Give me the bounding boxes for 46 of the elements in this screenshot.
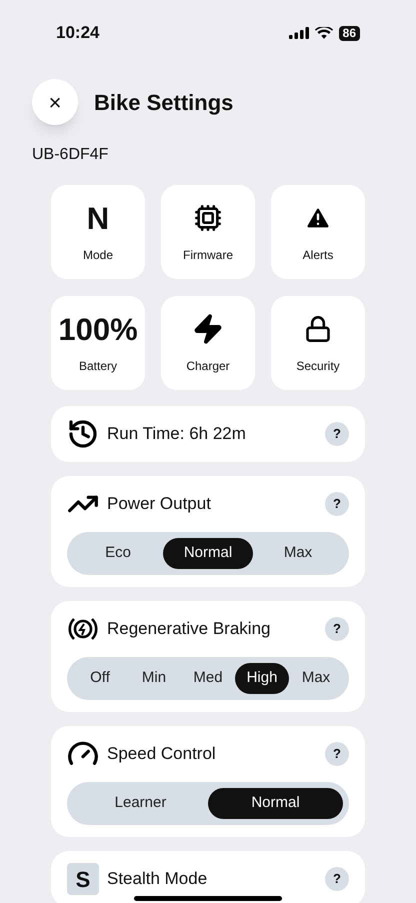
tile-label: Battery	[78, 358, 117, 375]
segment-option[interactable]: Learner	[73, 788, 208, 819]
letter-badge: S	[67, 863, 99, 895]
segment-option[interactable]: Med	[181, 663, 235, 694]
segment-option[interactable]: Max	[289, 663, 343, 694]
help-button[interactable]: ?	[325, 617, 349, 641]
padlock-icon	[304, 315, 332, 343]
close-button[interactable]: ×	[32, 79, 78, 125]
device-id: UB-6DF4F	[31, 145, 110, 165]
help-button[interactable]: ?	[325, 742, 349, 766]
tile-button[interactable]: Alerts	[271, 185, 365, 279]
segment-option[interactable]: Normal	[208, 788, 343, 819]
tile-label: Alerts	[302, 247, 334, 264]
lightning-icon	[192, 313, 224, 345]
tile-label: Charger	[186, 358, 230, 375]
tile-label: Mode	[82, 247, 114, 264]
chip-icon	[194, 204, 222, 232]
tile-value: 100%	[58, 314, 138, 344]
section-title: Regenerative Braking	[107, 618, 272, 640]
wifi-icon	[314, 26, 333, 40]
section-title: Stealth Mode	[107, 868, 208, 890]
segment-option[interactable]: High	[235, 663, 289, 694]
section-title: Speed Control	[107, 743, 217, 766]
segment-option[interactable]: Max	[253, 538, 343, 569]
section-title: Power Output	[107, 493, 212, 516]
segment-option[interactable]: Min	[127, 663, 181, 694]
status-time: 10:24	[56, 22, 100, 44]
section-title: Run Time: 6h 22m	[107, 423, 247, 446]
segment-option[interactable]: Eco	[73, 538, 163, 569]
battery-indicator: 86	[338, 26, 360, 40]
segment-option[interactable]: Normal	[163, 538, 253, 569]
tile-label: Security	[296, 358, 340, 375]
tile-button[interactable]: Security	[271, 296, 365, 390]
help-button[interactable]: ?	[325, 867, 349, 891]
page-title: Bike Settings	[94, 88, 234, 117]
tile-button[interactable]: Firmware	[161, 185, 255, 279]
tile-button[interactable]: N Mode	[51, 185, 145, 279]
tile-label: Firmware	[183, 247, 233, 264]
tile-value: N	[86, 202, 110, 234]
signal-icon	[288, 27, 309, 39]
segment-option[interactable]: Off	[73, 663, 127, 694]
help-button[interactable]: ?	[325, 492, 349, 516]
tile-button[interactable]: 100% Battery	[51, 296, 145, 390]
tile-button[interactable]: Charger	[161, 296, 255, 390]
clock-refresh-icon	[67, 418, 99, 450]
help-button[interactable]: ?	[325, 422, 349, 446]
